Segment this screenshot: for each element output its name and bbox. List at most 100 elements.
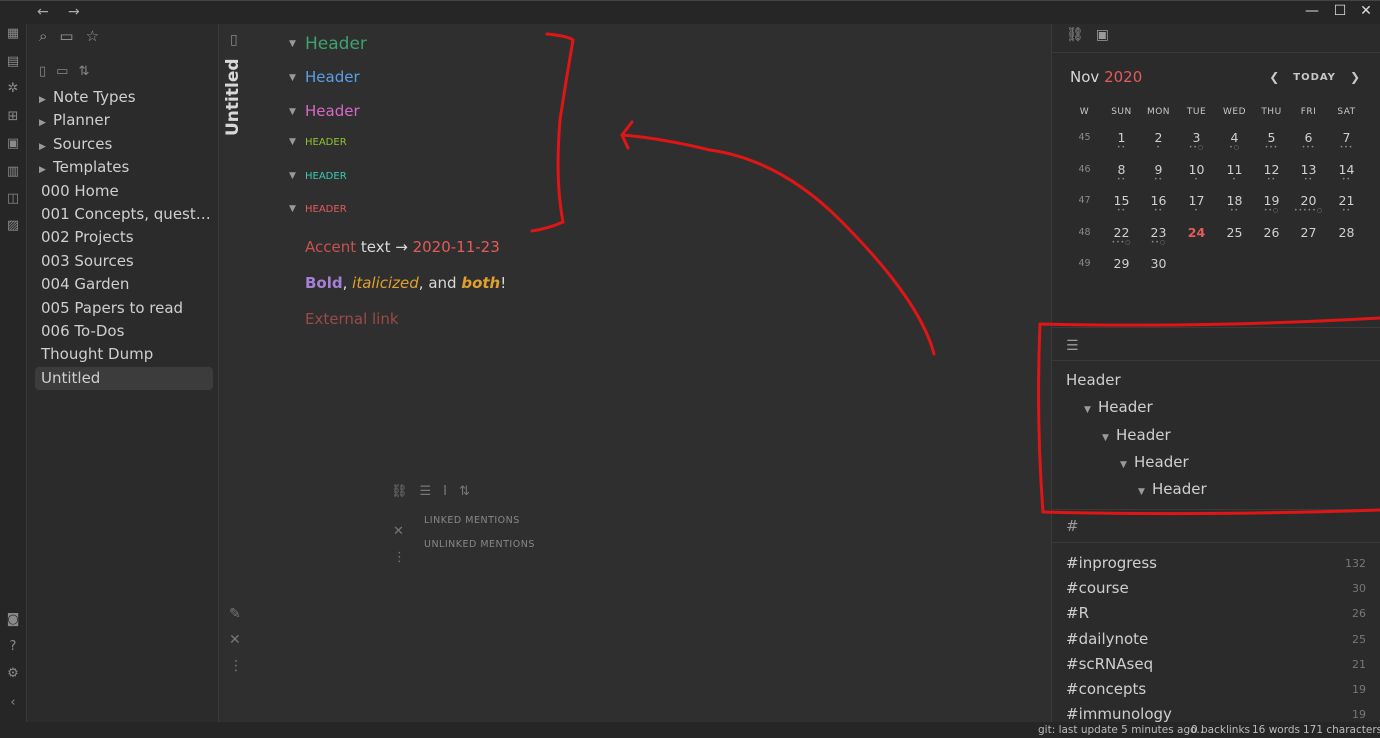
calendar-day[interactable]: 9 •• — [1140, 162, 1177, 183]
calendar-day[interactable]: 16 •• — [1140, 193, 1177, 214]
tag-row[interactable]: #concepts 19 — [1066, 680, 1366, 705]
file-item[interactable]: 005 Papers to read — [35, 297, 213, 320]
file-item[interactable]: Untitled — [35, 366, 213, 391]
calendar-day[interactable]: 3 ••○ — [1178, 130, 1215, 151]
table-icon[interactable]: ▦ — [5, 26, 21, 42]
calendar-day[interactable]: 20 •••••○ — [1290, 193, 1327, 214]
outline-item[interactable]: ▼ Header — [1120, 453, 1189, 471]
sort-icon[interactable]: ⇅ — [78, 64, 89, 79]
linked-mentions-header[interactable]: LINKED MENTIONS — [424, 515, 520, 526]
close-window-button[interactable]: ✕ — [1352, 3, 1380, 19]
calendar-day[interactable]: 22 •••○ — [1103, 225, 1140, 246]
database-icon[interactable]: ▨ — [5, 218, 21, 234]
outline-item[interactable]: ▼ Header — [1138, 480, 1207, 498]
folder-item[interactable]: ▶ Note Types — [35, 86, 213, 109]
chevron-right-icon[interactable]: ❯ — [1350, 70, 1360, 84]
folder-item[interactable]: ▶ Planner — [35, 109, 213, 132]
caret-right-icon[interactable]: ▶ — [39, 136, 53, 156]
calendar-day[interactable]: 10 • — [1178, 162, 1215, 183]
back-arrow-icon[interactable]: ← — [37, 4, 49, 20]
minimize-button[interactable]: — — [1298, 3, 1326, 19]
outline-item[interactable]: Header — [1066, 371, 1121, 389]
fold-caret-icon[interactable]: ▼ — [1138, 487, 1152, 497]
fold-caret-icon[interactable]: ▼ — [289, 204, 305, 214]
calendar-icon[interactable]: ▣ — [5, 136, 21, 152]
new-note-icon[interactable]: ▯ — [39, 64, 46, 79]
search-icon[interactable]: ⌕ — [39, 27, 47, 45]
calendar-day[interactable]: 26 — [1253, 225, 1290, 246]
heading-2[interactable]: ▼ Header — [289, 68, 360, 86]
caret-right-icon[interactable]: ▶ — [39, 89, 53, 109]
tag-row[interactable]: #dailynote 25 — [1066, 630, 1366, 655]
folder-item[interactable]: ▶ Templates — [35, 156, 213, 179]
calendar-day[interactable]: 17 • — [1178, 193, 1215, 214]
accent-line[interactable]: Accent text → 2020-11-23 — [305, 238, 500, 256]
calendar-day[interactable]: 12 •• — [1253, 162, 1290, 183]
calendar-day[interactable]: 11 • — [1216, 162, 1253, 183]
calendar-day[interactable]: 23 ••○ — [1140, 225, 1177, 246]
outline-item[interactable]: ▼ Header — [1102, 426, 1171, 444]
sort-icon[interactable]: ⇅ — [459, 484, 470, 499]
external-link[interactable]: External link — [305, 310, 399, 328]
outline-item[interactable]: ▼ Header — [1084, 398, 1153, 416]
tag-row[interactable]: #R 26 — [1066, 604, 1366, 629]
edit-pencil-icon[interactable]: ✎ — [229, 606, 243, 622]
document-icon[interactable]: ▤ — [5, 54, 21, 70]
random-note-icon[interactable]: ◫ — [5, 191, 21, 207]
help-icon[interactable]: ? — [5, 639, 21, 655]
calendar-day[interactable]: 29 — [1103, 256, 1140, 277]
fold-caret-icon[interactable]: ▼ — [289, 73, 305, 83]
calendar-day[interactable]: 28 — [1328, 225, 1365, 246]
caret-right-icon[interactable]: ▶ — [39, 159, 53, 179]
folder-item[interactable]: ▶ Sources — [35, 133, 213, 156]
fold-caret-icon[interactable]: ▼ — [1120, 460, 1134, 470]
close-icon[interactable]: ✕ — [393, 524, 404, 539]
file-item[interactable]: 000 Home — [35, 180, 213, 203]
calendar-day[interactable]: 25 — [1216, 225, 1253, 246]
calendar-day[interactable]: 18 •• — [1216, 193, 1253, 214]
calendar-day[interactable]: 15 •• — [1103, 193, 1140, 214]
outline-list-icon[interactable]: ☰ — [1066, 338, 1079, 354]
tag-row[interactable]: #scRNAseq 21 — [1066, 655, 1366, 680]
calendar-day[interactable]: 24 — [1178, 225, 1215, 246]
file-item[interactable]: 004 Garden — [35, 273, 213, 296]
fold-caret-icon[interactable]: ▼ — [289, 137, 305, 147]
settings-gear-icon[interactable]: ⚙ — [5, 666, 21, 682]
fold-caret-icon[interactable]: ▼ — [289, 107, 305, 117]
fold-caret-icon[interactable]: ▼ — [289, 39, 305, 49]
collapse-chevron-icon[interactable]: ‹ — [5, 695, 21, 711]
formatting-line[interactable]: Bold, italicized, and both! — [305, 274, 506, 292]
file-item[interactable]: 006 To-Dos — [35, 320, 213, 343]
note-title[interactable]: Untitled — [223, 58, 253, 136]
file-item[interactable]: Thought Dump — [35, 343, 213, 366]
file-item[interactable]: 001 Concepts, questi... — [35, 203, 213, 226]
date-link[interactable]: 2020-11-23 — [413, 238, 500, 256]
calendar-day[interactable]: 27 — [1290, 225, 1327, 246]
fold-caret-icon[interactable]: ▼ — [1084, 405, 1098, 415]
file-item[interactable]: 002 Projects — [35, 226, 213, 249]
link-icon[interactable]: ⛓ — [1066, 27, 1084, 43]
caret-right-icon[interactable]: ▶ — [39, 112, 53, 132]
calendar-day[interactable]: 4 •○ — [1216, 130, 1253, 151]
calendar-day[interactable]: 14 •• — [1328, 162, 1365, 183]
grid-icon[interactable]: ⊞ — [5, 109, 21, 125]
new-folder-icon[interactable]: ▭ — [56, 64, 68, 79]
calendar-day[interactable]: 30 — [1140, 256, 1177, 277]
star-icon[interactable]: ☆ — [86, 27, 99, 45]
calendar-day[interactable]: 1 •• — [1103, 130, 1140, 151]
more-options-icon[interactable]: ⋮ — [229, 658, 243, 674]
folder-icon[interactable]: ▭ — [59, 27, 73, 45]
list-icon[interactable]: ☰ — [420, 484, 432, 499]
close-icon[interactable]: ✕ — [229, 632, 243, 648]
tag-icon[interactable]: # — [1066, 517, 1079, 535]
calendar-day[interactable]: 13 •• — [1290, 162, 1327, 183]
text-cursor-icon[interactable]: I — [443, 484, 447, 499]
forward-arrow-icon[interactable]: → — [68, 4, 80, 20]
tag-row[interactable]: #inprogress 132 — [1066, 554, 1366, 579]
heading-4[interactable]: ▼ HEADER — [289, 137, 347, 148]
unlinked-mentions-header[interactable]: UNLINKED MENTIONS — [424, 539, 535, 550]
calendar-day[interactable]: 19 ••○ — [1253, 193, 1290, 214]
fold-caret-icon[interactable]: ▼ — [289, 171, 305, 181]
calendar-day[interactable]: 8 •• — [1103, 162, 1140, 183]
templates-icon[interactable]: ▥ — [5, 164, 21, 180]
